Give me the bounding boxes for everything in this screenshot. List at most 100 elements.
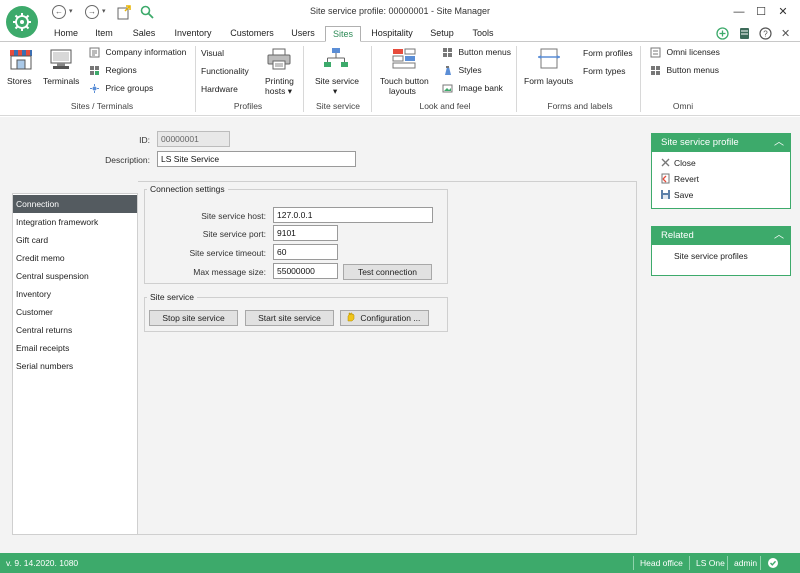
port-label: Site service port: (202, 229, 266, 239)
related-card-header[interactable]: Related ︿ (652, 227, 790, 245)
svg-text:?: ? (763, 30, 768, 39)
form-layouts-button[interactable] (536, 47, 562, 71)
tab-users[interactable]: Users (287, 26, 319, 42)
form-layouts-label: Form layouts (524, 76, 574, 86)
add-icon[interactable] (716, 27, 729, 42)
group-look-and-feel: Look and feel (419, 101, 471, 111)
id-field (157, 131, 230, 147)
price-groups-label: Price groups (105, 83, 154, 93)
close-icon (661, 158, 670, 167)
group-omni: Omni (672, 101, 694, 111)
stores-label: Stores (7, 76, 32, 86)
visual-button[interactable]: Visual (201, 48, 224, 58)
collapse-icon[interactable]: ︿ (774, 134, 784, 152)
close-action[interactable]: Close (652, 155, 790, 171)
hand-icon (347, 312, 355, 322)
group-site-service: Site service (316, 101, 360, 111)
image-bank-icon (442, 84, 453, 93)
max-message-size-field[interactable] (273, 263, 338, 279)
nav-item-email-receipts[interactable]: Email receipts (13, 339, 137, 357)
host-field[interactable] (273, 207, 433, 223)
form-profiles-button[interactable]: Form profiles (583, 48, 633, 58)
stores-button[interactable] (8, 48, 34, 72)
nav-item-integration-framework[interactable]: Integration framework (13, 213, 137, 231)
regions-icon (90, 66, 99, 76)
ribbon-separator (195, 46, 196, 112)
button-menus-button[interactable]: Button menus (442, 47, 511, 58)
nav-item-gift-card[interactable]: Gift card (13, 231, 137, 249)
company-information-button[interactable]: Company information (89, 47, 186, 58)
tab-sites[interactable]: Sites (325, 26, 361, 42)
price-groups-button[interactable]: Price groups (89, 83, 153, 94)
hardware-button[interactable]: Hardware (201, 84, 238, 94)
ribbon-separator (640, 46, 641, 112)
chevron-down-icon: ▾ (287, 86, 292, 96)
collapse-icon[interactable]: ︿ (774, 227, 784, 245)
regions-label: Regions (105, 65, 137, 75)
button-menus-icon (443, 48, 452, 58)
tab-item[interactable]: Item (88, 26, 120, 42)
terminals-button[interactable] (48, 48, 74, 72)
styles-button[interactable]: Styles (442, 65, 482, 76)
nav-item-central-suspension[interactable]: Central suspension (13, 267, 137, 285)
configuration-label: Configuration ... (360, 313, 421, 323)
timeout-label: Site service timeout: (189, 248, 266, 258)
close-window-button[interactable]: ✕ (772, 3, 794, 21)
status-separator (633, 556, 634, 570)
help-icon[interactable]: ? (759, 27, 772, 42)
maximize-button[interactable]: ☐ (750, 3, 772, 21)
price-groups-icon (90, 84, 99, 94)
nav-item-inventory[interactable]: Inventory (13, 285, 137, 303)
nav-item-customer[interactable]: Customer (13, 303, 137, 321)
omni-button-menus-label: Button menus (666, 65, 719, 75)
nav-item-connection[interactable]: Connection (13, 195, 137, 213)
image-bank-button[interactable]: Image bank (442, 83, 503, 94)
omni-button-menus-button[interactable]: Button menus (650, 65, 719, 76)
printing-hosts-label-1: Printing (265, 76, 294, 86)
database-icon[interactable] (738, 27, 751, 42)
company-icon (89, 47, 100, 58)
status-check-icon[interactable] (767, 557, 779, 571)
styles-icon (445, 66, 451, 76)
group-sites-terminals: Sites / Terminals (70, 101, 134, 111)
timeout-field[interactable] (273, 244, 338, 260)
version-text: v. 9. 14.2020. 1080 (6, 558, 79, 568)
tab-setup[interactable]: Setup (425, 26, 459, 42)
omni-licenses-button[interactable]: Omni licenses (650, 47, 720, 58)
form-types-button[interactable]: Form types (583, 66, 626, 76)
minimize-button[interactable]: — (728, 3, 750, 21)
start-site-service-button[interactable]: Start site service (245, 310, 334, 326)
site-service-profiles-link[interactable]: Site service profiles (652, 248, 790, 264)
tab-sales[interactable]: Sales (127, 26, 161, 42)
port-field[interactable] (273, 225, 338, 241)
chevron-down-icon[interactable]: ▾ (333, 86, 337, 97)
collapse-ribbon-icon[interactable]: ✕ (781, 27, 790, 40)
regions-button[interactable]: Regions (89, 65, 137, 76)
id-label: ID: (139, 135, 150, 145)
nav-item-central-returns[interactable]: Central returns (13, 321, 137, 339)
printing-hosts-button[interactable] (266, 48, 292, 72)
save-action[interactable]: Save (652, 187, 790, 203)
description-field[interactable] (157, 151, 356, 167)
form-layout-icon (538, 48, 560, 69)
button-menus-label: Button menus (458, 47, 511, 57)
functionality-button[interactable]: Functionality (201, 66, 249, 76)
revert-action[interactable]: Revert (652, 171, 790, 187)
nav-item-serial-numbers[interactable]: Serial numbers (13, 357, 137, 375)
test-connection-button[interactable]: Test connection (343, 264, 432, 280)
configuration-button[interactable]: Configuration ... (340, 310, 429, 326)
tab-hospitality[interactable]: Hospitality (366, 26, 418, 42)
tab-customers[interactable]: Customers (224, 26, 280, 42)
site-service-button[interactable] (323, 47, 349, 71)
image-bank-label: Image bank (458, 83, 503, 93)
stop-site-service-button[interactable]: Stop site service (149, 310, 238, 326)
tab-inventory[interactable]: Inventory (168, 26, 218, 42)
group-profiles: Profiles (233, 101, 263, 111)
tab-home[interactable]: Home (48, 26, 84, 42)
printing-hosts-label-2: hosts ▾ (265, 86, 292, 97)
touch-button-layouts-button[interactable] (391, 47, 417, 71)
profile-card-header[interactable]: Site service profile ︿ (652, 134, 790, 152)
nav-item-credit-memo[interactable]: Credit memo (13, 249, 137, 267)
tab-tools[interactable]: Tools (466, 26, 500, 42)
save-label: Save (674, 190, 694, 200)
